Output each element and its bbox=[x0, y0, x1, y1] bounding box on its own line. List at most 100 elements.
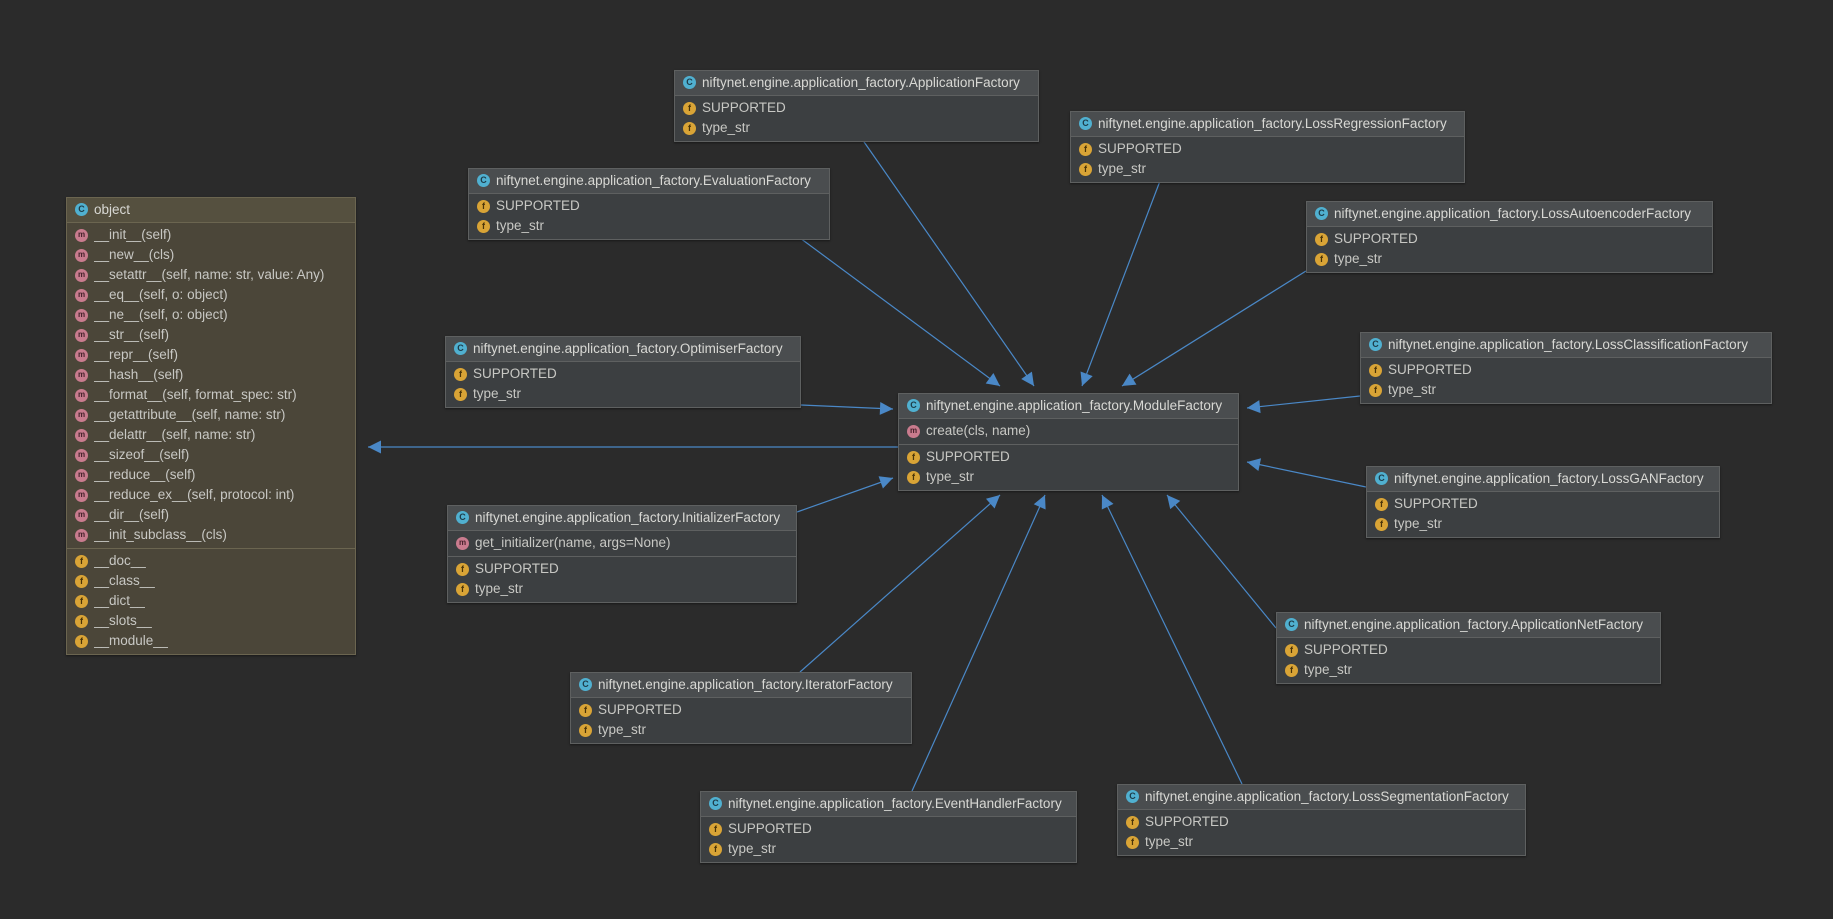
class-field-row[interactable]: f type_str bbox=[701, 839, 1076, 859]
class-method-row[interactable]: m __str__(self) bbox=[67, 325, 355, 345]
class-method-row[interactable]: m __hash__(self) bbox=[67, 365, 355, 385]
class-field-row[interactable]: f SUPPORTED bbox=[469, 196, 829, 216]
class-field-row[interactable]: f __module__ bbox=[67, 631, 355, 651]
method-label: __getattribute__(self, name: str) bbox=[94, 407, 286, 422]
class-field-row[interactable]: f __slots__ bbox=[67, 611, 355, 631]
field-label: SUPPORTED bbox=[1334, 231, 1418, 246]
class-method-row[interactable]: m __init__(self) bbox=[67, 225, 355, 245]
class-method-row[interactable]: m __delattr__(self, name: str) bbox=[67, 425, 355, 445]
class-method-row[interactable]: m __ne__(self, o: object) bbox=[67, 305, 355, 325]
class-field-row[interactable]: f SUPPORTED bbox=[1367, 494, 1719, 514]
class-field-row[interactable]: f type_str bbox=[571, 720, 911, 740]
uml-class-optimiser-factory[interactable]: Cniftynet.engine.application_factory.Opt… bbox=[445, 336, 801, 408]
class-header-loss-classification-factory[interactable]: Cniftynet.engine.application_factory.Los… bbox=[1361, 333, 1771, 358]
uml-class-iterator-factory[interactable]: Cniftynet.engine.application_factory.Ite… bbox=[570, 672, 912, 744]
class-header-event-handler-factory[interactable]: Cniftynet.engine.application_factory.Eve… bbox=[701, 792, 1076, 817]
class-field-row[interactable]: f type_str bbox=[899, 467, 1238, 487]
method-label: __hash__(self) bbox=[94, 367, 184, 382]
class-header-loss-autoencoder-factory[interactable]: Cniftynet.engine.application_factory.Los… bbox=[1307, 202, 1712, 227]
class-field-row[interactable]: f SUPPORTED bbox=[1307, 229, 1712, 249]
class-method-row[interactable]: m create(cls, name) bbox=[899, 421, 1238, 441]
field-label: __class__ bbox=[94, 573, 155, 588]
class-field-row[interactable]: f type_str bbox=[1307, 249, 1712, 269]
field-label: SUPPORTED bbox=[598, 702, 682, 717]
class-field-row[interactable]: f SUPPORTED bbox=[571, 700, 911, 720]
class-method-row[interactable]: m __reduce_ex__(self, protocol: int) bbox=[67, 485, 355, 505]
class-method-row[interactable]: m __dir__(self) bbox=[67, 505, 355, 525]
uml-class-object[interactable]: Cobject m __init__(self) m __new__(cls) m __se… bbox=[66, 197, 356, 655]
uml-class-application-factory[interactable]: Cniftynet.engine.application_factory.App… bbox=[674, 70, 1039, 142]
class-method-row[interactable]: m __new__(cls) bbox=[67, 245, 355, 265]
uml-class-event-handler-factory[interactable]: Cniftynet.engine.application_factory.Eve… bbox=[700, 791, 1077, 863]
class-field-row[interactable]: f __class__ bbox=[67, 571, 355, 591]
class-method-row[interactable]: m get_initializer(name, args=None) bbox=[448, 533, 796, 553]
class-field-row[interactable]: f SUPPORTED bbox=[701, 819, 1076, 839]
class-field-row[interactable]: f type_str bbox=[675, 118, 1038, 138]
class-header-optimiser-factory[interactable]: Cniftynet.engine.application_factory.Opt… bbox=[446, 337, 800, 362]
class-method-row[interactable]: m __repr__(self) bbox=[67, 345, 355, 365]
class-field-row[interactable]: f type_str bbox=[1277, 660, 1660, 680]
class-field-row[interactable]: f SUPPORTED bbox=[1118, 812, 1525, 832]
class-field-row[interactable]: f SUPPORTED bbox=[446, 364, 800, 384]
class-header-iterator-factory[interactable]: Cniftynet.engine.application_factory.Ite… bbox=[571, 673, 911, 698]
class-section-fields: f SUPPORTED f type_str bbox=[675, 96, 1038, 141]
uml-class-loss-regression-factory[interactable]: Cniftynet.engine.application_factory.Los… bbox=[1070, 111, 1465, 183]
class-header-loss-regression-factory[interactable]: Cniftynet.engine.application_factory.Los… bbox=[1071, 112, 1464, 137]
uml-class-loss-gan-factory[interactable]: Cniftynet.engine.application_factory.Los… bbox=[1366, 466, 1720, 538]
class-field-row[interactable]: f SUPPORTED bbox=[675, 98, 1038, 118]
field-icon: f bbox=[75, 614, 88, 628]
edge-module-to-object-arrowhead bbox=[368, 440, 381, 454]
class-title: niftynet.engine.application_factory.Iter… bbox=[598, 677, 893, 692]
class-header-loss-segmentation-factory[interactable]: Cniftynet.engine.application_factory.Los… bbox=[1118, 785, 1525, 810]
class-method-row[interactable]: m __init_subclass__(cls) bbox=[67, 525, 355, 545]
method-icon: m bbox=[75, 328, 88, 342]
class-header-object[interactable]: Cobject bbox=[67, 198, 355, 223]
class-field-row[interactable]: f type_str bbox=[1071, 159, 1464, 179]
class-field-row[interactable]: f type_str bbox=[469, 216, 829, 236]
field-label: type_str bbox=[728, 841, 777, 856]
uml-class-application-net-factory[interactable]: Cniftynet.engine.application_factory.App… bbox=[1276, 612, 1661, 684]
uml-class-module-factory[interactable]: Cniftynet.engine.application_factory.Mod… bbox=[898, 393, 1239, 491]
class-header-application-net-factory[interactable]: Cniftynet.engine.application_factory.App… bbox=[1277, 613, 1660, 638]
class-method-row[interactable]: m __getattribute__(self, name: str) bbox=[67, 405, 355, 425]
class-method-row[interactable]: m __eq__(self, o: object) bbox=[67, 285, 355, 305]
edge-eventhandler-to-module-arrowhead bbox=[1033, 495, 1046, 510]
class-header-initializer-factory[interactable]: Cniftynet.engine.application_factory.Ini… bbox=[448, 506, 796, 531]
uml-class-loss-segmentation-factory[interactable]: Cniftynet.engine.application_factory.Los… bbox=[1117, 784, 1526, 856]
field-label: SUPPORTED bbox=[475, 561, 559, 576]
class-icon: C bbox=[477, 174, 490, 187]
class-field-row[interactable]: f SUPPORTED bbox=[899, 447, 1238, 467]
class-title: niftynet.engine.application_factory.Appl… bbox=[1304, 617, 1643, 632]
method-icon: m bbox=[75, 288, 88, 302]
class-field-row[interactable]: f type_str bbox=[1367, 514, 1719, 534]
class-field-row[interactable]: f SUPPORTED bbox=[448, 559, 796, 579]
class-method-row[interactable]: m __setattr__(self, name: str, value: Any… bbox=[67, 265, 355, 285]
class-header-evaluation-factory[interactable]: Cniftynet.engine.application_factory.Eva… bbox=[469, 169, 829, 194]
class-field-row[interactable]: f type_str bbox=[448, 579, 796, 599]
uml-class-evaluation-factory[interactable]: Cniftynet.engine.application_factory.Eva… bbox=[468, 168, 830, 240]
class-field-row[interactable]: f SUPPORTED bbox=[1361, 360, 1771, 380]
class-method-row[interactable]: m __sizeof__(self) bbox=[67, 445, 355, 465]
method-icon: m bbox=[75, 428, 88, 442]
class-field-row[interactable]: f __doc__ bbox=[67, 551, 355, 571]
uml-class-loss-classification-factory[interactable]: Cniftynet.engine.application_factory.Los… bbox=[1360, 332, 1772, 404]
class-header-application-factory[interactable]: Cniftynet.engine.application_factory.App… bbox=[675, 71, 1038, 96]
method-label: __reduce_ex__(self, protocol: int) bbox=[94, 487, 295, 502]
method-icon: m bbox=[75, 488, 88, 502]
class-header-module-factory[interactable]: Cniftynet.engine.application_factory.Mod… bbox=[899, 394, 1238, 419]
class-field-row[interactable]: f type_str bbox=[1118, 832, 1525, 852]
method-label: __dir__(self) bbox=[94, 507, 170, 522]
class-header-loss-gan-factory[interactable]: Cniftynet.engine.application_factory.Los… bbox=[1367, 467, 1719, 492]
class-field-row[interactable]: f type_str bbox=[1361, 380, 1771, 400]
uml-class-initializer-factory[interactable]: Cniftynet.engine.application_factory.Ini… bbox=[447, 505, 797, 603]
class-field-row[interactable]: f SUPPORTED bbox=[1071, 139, 1464, 159]
field-label: SUPPORTED bbox=[1304, 642, 1388, 657]
class-field-row[interactable]: f type_str bbox=[446, 384, 800, 404]
method-label: __init__(self) bbox=[94, 227, 172, 242]
field-icon: f bbox=[75, 594, 88, 608]
uml-class-loss-autoencoder-factory[interactable]: Cniftynet.engine.application_factory.Los… bbox=[1306, 201, 1713, 273]
class-method-row[interactable]: m __format__(self, format_spec: str) bbox=[67, 385, 355, 405]
class-field-row[interactable]: f SUPPORTED bbox=[1277, 640, 1660, 660]
class-field-row[interactable]: f __dict__ bbox=[67, 591, 355, 611]
class-method-row[interactable]: m __reduce__(self) bbox=[67, 465, 355, 485]
